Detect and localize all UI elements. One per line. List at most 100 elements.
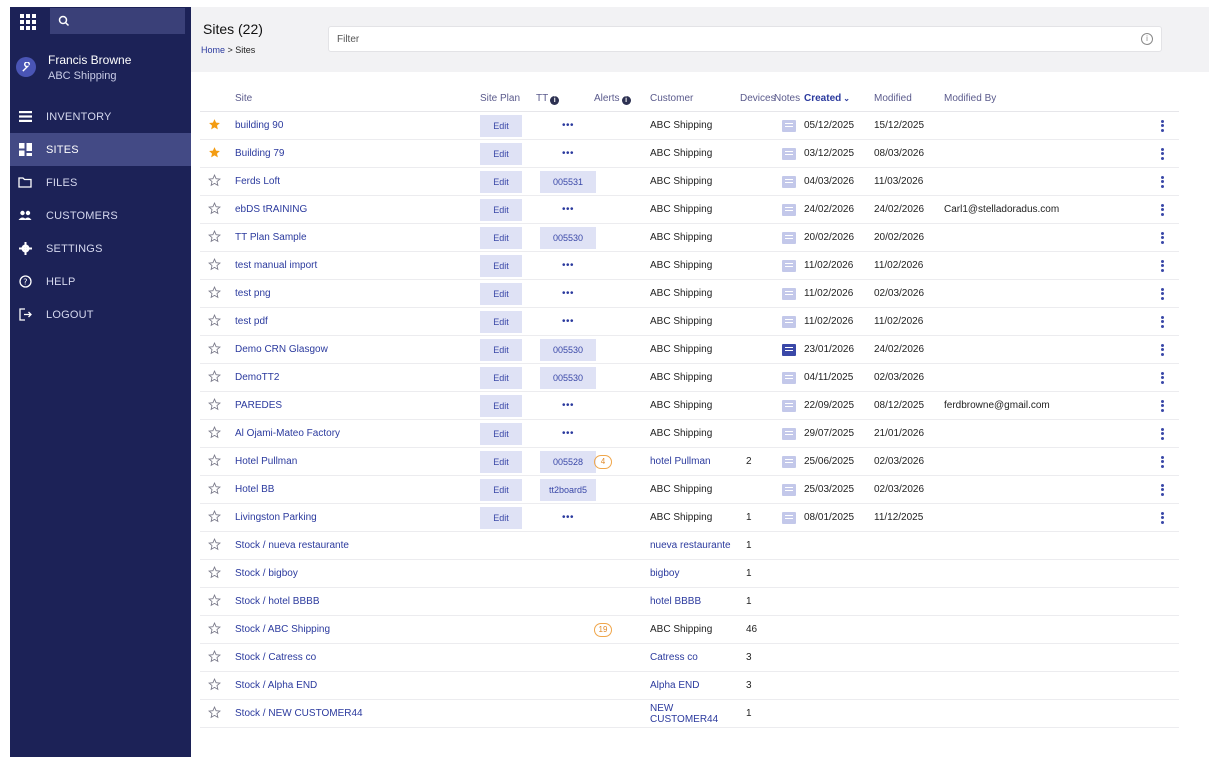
site-name-link[interactable]: PAREDES xyxy=(235,400,480,411)
kebab-menu-icon[interactable] xyxy=(1161,343,1164,356)
star-outline-icon[interactable] xyxy=(208,593,221,610)
customer-name[interactable]: NEW CUSTOMER44 xyxy=(650,703,740,725)
tt-board-button[interactable]: 005530 xyxy=(540,366,596,389)
edit-site-plan-button[interactable]: Edit xyxy=(480,450,522,473)
edit-site-plan-button[interactable]: Edit xyxy=(480,254,522,277)
star-outline-icon[interactable] xyxy=(208,621,221,638)
kebab-menu-icon[interactable] xyxy=(1161,455,1164,468)
star-outline-icon[interactable] xyxy=(208,705,221,722)
info-icon[interactable]: i xyxy=(621,95,631,105)
notes-icon[interactable] xyxy=(782,287,796,300)
site-name-link[interactable]: Livingston Parking xyxy=(235,512,480,523)
edit-site-plan-button[interactable]: Edit xyxy=(480,198,522,221)
tt-board-button[interactable]: 005528 xyxy=(540,450,596,473)
column-header-notes[interactable]: Notes xyxy=(774,93,804,104)
site-name-link[interactable]: test manual import xyxy=(235,260,480,271)
star-outline-icon[interactable] xyxy=(208,341,221,358)
column-header-customer[interactable]: Customer xyxy=(650,93,740,104)
star-outline-icon[interactable] xyxy=(208,453,221,470)
notes-icon[interactable] xyxy=(782,511,796,524)
column-header-tt[interactable]: TT i xyxy=(536,93,594,105)
star-outline-icon[interactable] xyxy=(208,397,221,414)
site-name-link[interactable]: Hotel BB xyxy=(235,484,480,495)
user-profile[interactable]: Francis Browne ABC Shipping xyxy=(10,53,191,82)
star-outline-icon[interactable] xyxy=(208,173,221,190)
column-header-modified-by[interactable]: Modified By xyxy=(944,93,1134,104)
alert-count-badge[interactable]: 4 xyxy=(594,454,612,469)
star-outline-icon[interactable] xyxy=(208,313,221,330)
site-name-link[interactable]: ebDS tRAINING xyxy=(235,204,480,215)
edit-site-plan-button[interactable]: Edit xyxy=(480,310,522,333)
star-filled-icon[interactable] xyxy=(208,146,221,162)
info-icon[interactable]: i xyxy=(550,95,560,105)
more-dots-button[interactable]: ••• xyxy=(540,260,596,271)
info-icon[interactable]: i xyxy=(1141,33,1153,45)
kebab-menu-icon[interactable] xyxy=(1161,175,1164,188)
more-dots-button[interactable]: ••• xyxy=(540,120,596,131)
alert-count-badge[interactable]: 19 xyxy=(594,622,612,637)
notes-icon[interactable] xyxy=(782,203,796,216)
star-outline-icon[interactable] xyxy=(208,229,221,246)
site-name-link[interactable]: Stock / NEW CUSTOMER44 xyxy=(235,708,480,719)
kebab-menu-icon[interactable] xyxy=(1161,147,1164,160)
customer-name[interactable]: nueva restaurante xyxy=(650,540,740,551)
kebab-menu-icon[interactable] xyxy=(1161,483,1164,496)
more-dots-button[interactable]: ••• xyxy=(540,400,596,411)
kebab-menu-icon[interactable] xyxy=(1161,287,1164,300)
breadcrumb-home-link[interactable]: Home xyxy=(201,45,225,55)
tt-board-button[interactable]: 005530 xyxy=(540,226,596,249)
customer-name[interactable]: Catress co xyxy=(650,652,740,663)
more-dots-button[interactable]: ••• xyxy=(540,204,596,215)
edit-site-plan-button[interactable]: Edit xyxy=(480,394,522,417)
edit-site-plan-button[interactable]: Edit xyxy=(480,338,522,361)
column-header-modified[interactable]: Modified xyxy=(874,93,944,104)
site-name-link[interactable]: Al Ojami-Mateo Factory xyxy=(235,428,480,439)
star-outline-icon[interactable] xyxy=(208,257,221,274)
edit-site-plan-button[interactable]: Edit xyxy=(480,170,522,193)
site-name-link[interactable]: Building 79 xyxy=(235,148,480,159)
edit-site-plan-button[interactable]: Edit xyxy=(480,506,522,529)
star-outline-icon[interactable] xyxy=(208,285,221,302)
tt-board-button[interactable]: 005530 xyxy=(540,338,596,361)
kebab-menu-icon[interactable] xyxy=(1161,427,1164,440)
filter-input[interactable] xyxy=(329,27,1109,51)
site-name-link[interactable]: Stock / Catress co xyxy=(235,652,480,663)
edit-site-plan-button[interactable]: Edit xyxy=(480,478,522,501)
star-outline-icon[interactable] xyxy=(208,481,221,498)
star-filled-icon[interactable] xyxy=(208,118,221,134)
customer-name[interactable]: hotel Pullman xyxy=(650,456,740,467)
edit-site-plan-button[interactable]: Edit xyxy=(480,114,522,137)
edit-site-plan-button[interactable]: Edit xyxy=(480,142,522,165)
kebab-menu-icon[interactable] xyxy=(1161,231,1164,244)
star-outline-icon[interactable] xyxy=(208,509,221,526)
sidebar-search-button[interactable] xyxy=(50,8,185,34)
sidebar-item-logout[interactable]: LOGOUT xyxy=(10,298,191,331)
more-dots-button[interactable]: ••• xyxy=(540,316,596,327)
sidebar-item-sites[interactable]: SITES xyxy=(10,133,191,166)
kebab-menu-icon[interactable] xyxy=(1161,511,1164,524)
tt-board-button[interactable]: tt2board5 xyxy=(540,478,596,501)
site-name-link[interactable]: Stock / bigboy xyxy=(235,568,480,579)
notes-icon[interactable] xyxy=(782,343,796,356)
edit-site-plan-button[interactable]: Edit xyxy=(480,366,522,389)
site-name-link[interactable]: Stock / Alpha END xyxy=(235,680,480,691)
notes-icon[interactable] xyxy=(782,399,796,412)
customer-name[interactable]: hotel BBBB xyxy=(650,596,740,607)
notes-icon[interactable] xyxy=(782,231,796,244)
site-name-link[interactable]: Demo CRN Glasgow xyxy=(235,344,480,355)
site-name-link[interactable]: Stock / nueva restaurante xyxy=(235,540,480,551)
kebab-menu-icon[interactable] xyxy=(1161,371,1164,384)
site-name-link[interactable]: test png xyxy=(235,288,480,299)
column-header-created[interactable]: Created ⌄ xyxy=(804,93,874,104)
edit-site-plan-button[interactable]: Edit xyxy=(480,282,522,305)
sidebar-item-help[interactable]: ? HELP xyxy=(10,265,191,298)
site-name-link[interactable]: DemoTT2 xyxy=(235,372,480,383)
sidebar-item-inventory[interactable]: INVENTORY xyxy=(10,100,191,133)
star-outline-icon[interactable] xyxy=(208,649,221,666)
kebab-menu-icon[interactable] xyxy=(1161,259,1164,272)
star-outline-icon[interactable] xyxy=(208,425,221,442)
site-name-link[interactable]: Stock / ABC Shipping xyxy=(235,624,480,635)
column-header-site-plan[interactable]: Site Plan xyxy=(480,93,536,104)
notes-icon[interactable] xyxy=(782,259,796,272)
more-dots-button[interactable]: ••• xyxy=(540,512,596,523)
